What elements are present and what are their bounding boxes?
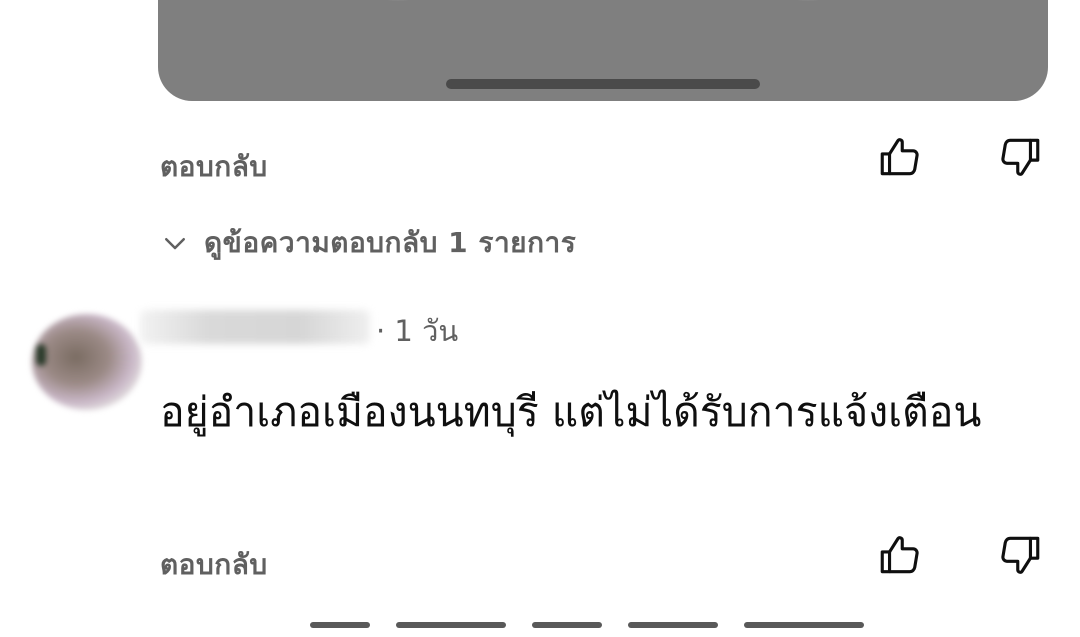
thumbs-down-icon[interactable]: [994, 530, 1044, 580]
comment-text: อยู่อำเภอเมืองนนทบุรี แต่ไม่ได้รับการแจ้…: [160, 388, 982, 436]
reply-button[interactable]: ตอบกลับ: [160, 543, 268, 587]
reply-button[interactable]: ตอบกลับ: [160, 145, 268, 189]
thumbs-up-icon[interactable]: [876, 132, 926, 182]
avatar-detail: [36, 344, 46, 366]
author-name-redacted[interactable]: [140, 310, 370, 344]
thumbs-up-icon[interactable]: [876, 530, 926, 580]
next-comment-cutoff: [310, 622, 890, 632]
media-progress-handle[interactable]: [446, 79, 760, 89]
thumbs-down-icon[interactable]: [994, 132, 1044, 182]
media-blur-shape: [338, 0, 458, 1]
avatar[interactable]: [32, 314, 142, 410]
comment-timestamp: · 1 วัน: [376, 314, 459, 348]
media-blur-shape: [748, 0, 868, 1]
media-card[interactable]: [158, 0, 1048, 101]
view-replies-button[interactable]: ดูข้อความตอบกลับ 1 รายการ: [160, 220, 576, 266]
view-replies-label: ดูข้อความตอบกลับ 1 รายการ: [204, 226, 577, 259]
chevron-down-icon: [165, 238, 185, 250]
comment-actions: ตอบกลับ: [0, 530, 1080, 590]
previous-comment-actions: ตอบกลับ: [0, 132, 1080, 192]
